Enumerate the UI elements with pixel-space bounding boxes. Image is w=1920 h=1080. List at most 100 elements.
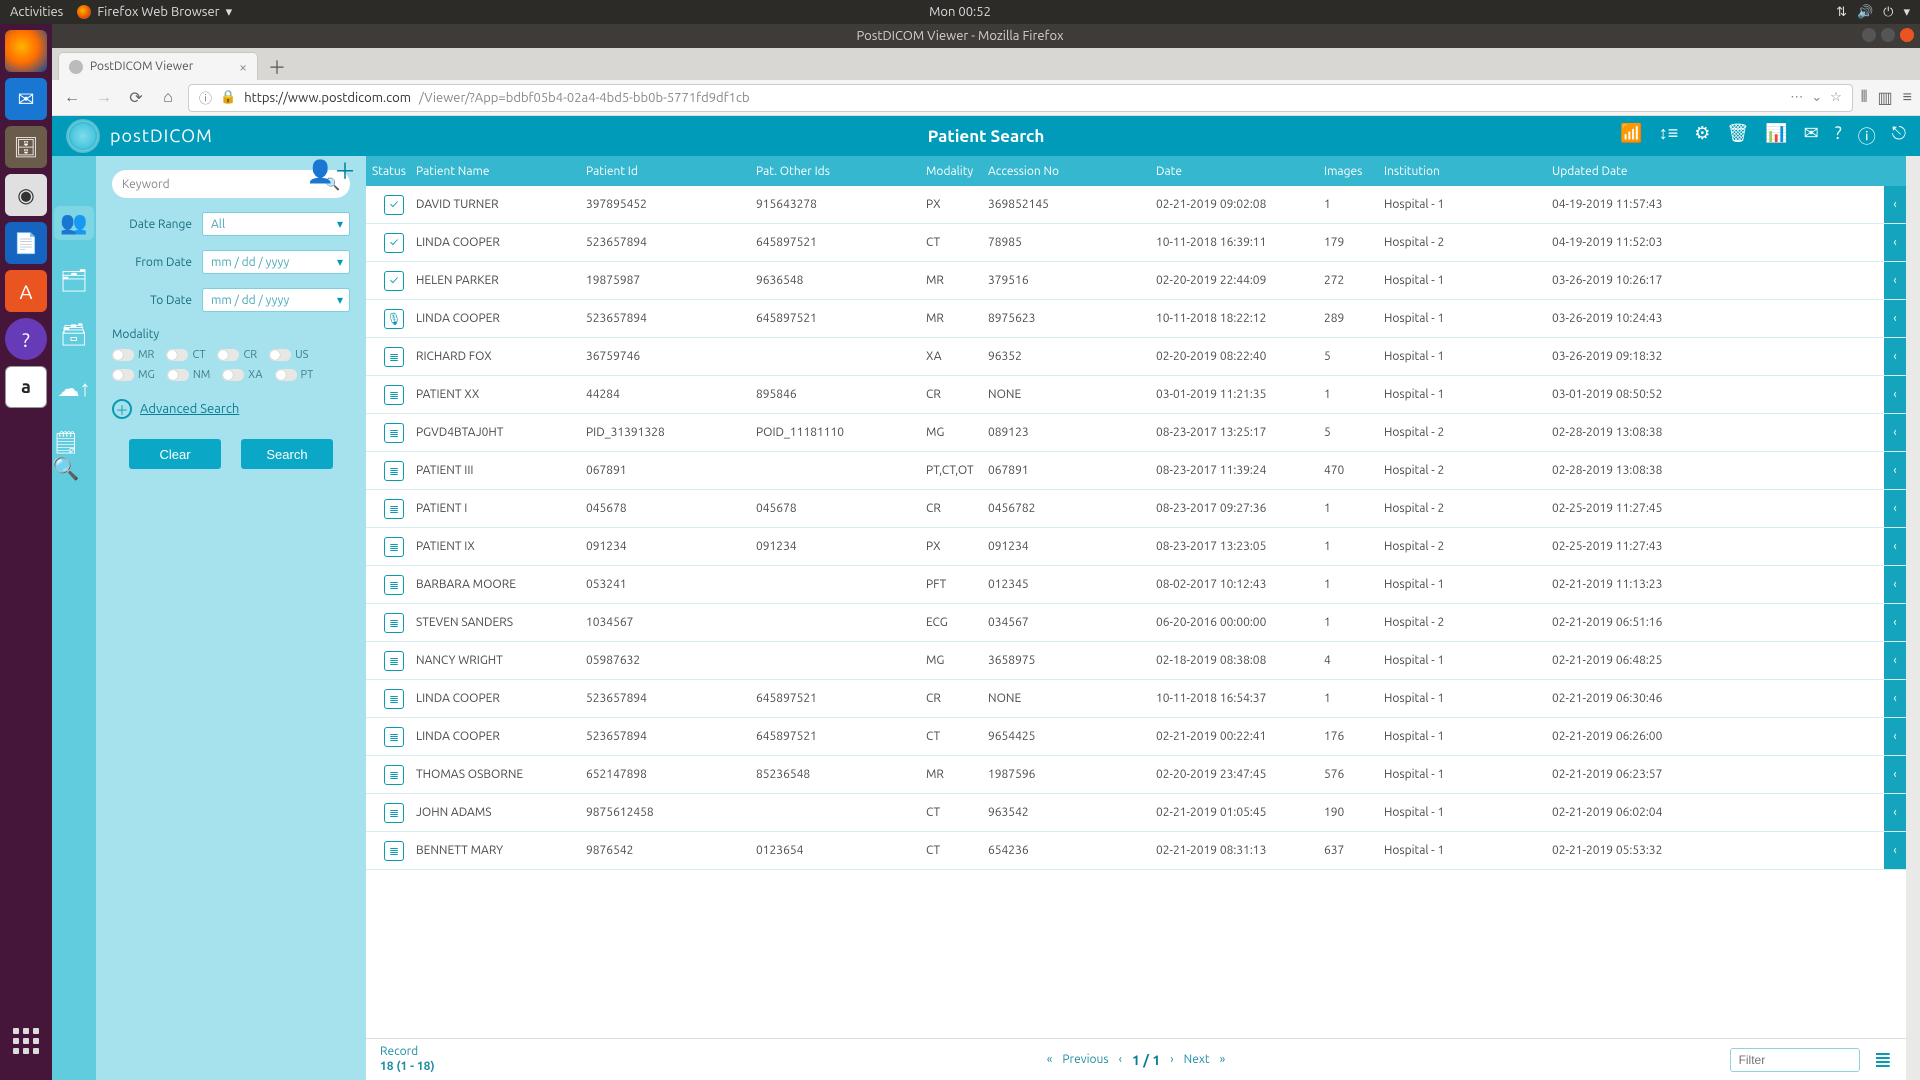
activities-button[interactable]: Activities: [10, 5, 63, 19]
from-date-input[interactable]: mm / dd / yyyy ▾: [202, 250, 350, 274]
col-name[interactable]: Patient Name: [416, 165, 586, 178]
last-page-icon[interactable]: »: [1220, 1053, 1226, 1066]
dock-rhythmbox[interactable]: ◉: [5, 174, 47, 216]
previous-button[interactable]: Previous: [1062, 1053, 1108, 1066]
window-close[interactable]: [1900, 28, 1914, 42]
dock-firefox[interactable]: [5, 30, 47, 72]
pocket-icon[interactable]: ⌄: [1811, 90, 1822, 105]
to-date-input[interactable]: mm / dd / yyyy ▾: [202, 288, 350, 312]
next-page-icon[interactable]: ›: [1170, 1053, 1173, 1066]
vertical-scrollbar[interactable]: [1906, 156, 1920, 1080]
row-expand-icon[interactable]: ‹: [1884, 376, 1906, 413]
table-row[interactable]: ≣LINDA COOPER523657894645897521CT9654425…: [366, 718, 1906, 756]
table-row[interactable]: ≣BARBARA MOORE053241PFT01234508-02-2017 …: [366, 566, 1906, 604]
dock-writer[interactable]: 📄: [5, 222, 47, 264]
url-bar[interactable]: ⓘ 🔒 https://www.postdicom.com /Viewer/?A…: [188, 84, 1853, 112]
row-expand-icon[interactable]: ‹: [1884, 414, 1906, 451]
tab-close-icon[interactable]: ×: [239, 59, 247, 75]
modality-toggle-ct[interactable]: CT: [166, 349, 205, 361]
first-page-icon[interactable]: «: [1047, 1053, 1053, 1066]
hamburger-menu-icon[interactable]: ≡: [1903, 88, 1912, 107]
network-icon[interactable]: ⇅: [1836, 5, 1847, 20]
chevron-down-icon[interactable]: ▾: [1903, 5, 1910, 20]
sidebar-icon[interactable]: ▥: [1878, 88, 1893, 107]
row-expand-icon[interactable]: ‹: [1884, 756, 1906, 793]
table-row[interactable]: ≣PATIENT I045678045678CR045678208-23-201…: [366, 490, 1906, 528]
col-upd[interactable]: Updated Date: [1552, 165, 1884, 178]
help-icon[interactable]: ?: [1835, 123, 1842, 149]
modality-toggle-pt[interactable]: PT: [275, 369, 314, 381]
search-button[interactable]: Search: [241, 439, 333, 469]
col-pid[interactable]: Patient Id: [586, 165, 756, 178]
row-expand-icon[interactable]: ‹: [1884, 832, 1906, 869]
col-date[interactable]: Date: [1156, 165, 1324, 178]
table-row[interactable]: ✓DAVID TURNER397895452915643278PX3698521…: [366, 186, 1906, 224]
row-expand-icon[interactable]: ‹: [1884, 680, 1906, 717]
chart-icon[interactable]: 📊: [1765, 123, 1787, 149]
dock-help[interactable]: ?: [5, 318, 47, 360]
dock-amazon[interactable]: a: [5, 366, 47, 408]
sort-icon[interactable]: ↕≡: [1659, 123, 1679, 149]
table-header[interactable]: Status Patient Name Patient Id Pat. Othe…: [366, 156, 1906, 186]
rail-worklist[interactable]: 🗒🔍: [52, 430, 96, 482]
clear-button[interactable]: Clear: [129, 439, 221, 469]
modality-toggle-us[interactable]: US: [269, 349, 308, 361]
add-patient-icon[interactable]: 👤＋: [307, 154, 356, 186]
modality-toggle-mr[interactable]: MR: [112, 349, 154, 361]
col-acc[interactable]: Accession No: [988, 165, 1156, 178]
col-status[interactable]: Status: [366, 165, 416, 178]
row-expand-icon[interactable]: ‹: [1884, 794, 1906, 831]
prev-page-icon[interactable]: ‹: [1119, 1053, 1122, 1066]
list-view-icon[interactable]: ≣: [1874, 1047, 1892, 1073]
table-row[interactable]: ≣RICHARD FOX36759746XA9635202-20-2019 08…: [366, 338, 1906, 376]
col-mod[interactable]: Modality: [926, 165, 988, 178]
col-other[interactable]: Pat. Other Ids: [756, 165, 926, 178]
col-inst[interactable]: Institution: [1384, 165, 1552, 178]
row-expand-icon[interactable]: ‹: [1884, 224, 1906, 261]
table-row[interactable]: ✓HELEN PARKER198759879636548MR37951602-2…: [366, 262, 1906, 300]
advanced-search-link[interactable]: ＋ Advanced Search: [112, 399, 350, 419]
reader-mode-icon[interactable]: ⋯: [1790, 90, 1803, 105]
row-expand-icon[interactable]: ‹: [1884, 528, 1906, 565]
rail-patients[interactable]: 👥: [54, 206, 93, 240]
row-expand-icon[interactable]: ‹: [1884, 262, 1906, 299]
filter-input[interactable]: [1730, 1048, 1860, 1072]
dock-files[interactable]: 🗄: [5, 126, 47, 168]
power-icon[interactable]: ⏻: [1883, 5, 1893, 20]
window-minimize[interactable]: [1862, 28, 1876, 42]
rail-upload[interactable]: ☁↑: [58, 376, 91, 402]
row-expand-icon[interactable]: ‹: [1884, 566, 1906, 603]
library-icon[interactable]: ⫴: [1861, 88, 1868, 107]
table-row[interactable]: ≣THOMAS OSBORNE65214789885236548MR198759…: [366, 756, 1906, 794]
back-button[interactable]: ←: [60, 86, 84, 110]
next-button[interactable]: Next: [1184, 1053, 1210, 1066]
row-expand-icon[interactable]: ‹: [1884, 338, 1906, 375]
volume-icon[interactable]: 🔊: [1857, 5, 1873, 20]
brand[interactable]: postDICOM: [52, 119, 227, 153]
table-row[interactable]: ≣PATIENT IX091234091234PX09123408-23-201…: [366, 528, 1906, 566]
row-expand-icon[interactable]: ‹: [1884, 718, 1906, 755]
date-range-select[interactable]: All ▾: [202, 212, 350, 236]
reload-button[interactable]: ⟳: [124, 86, 148, 110]
table-row[interactable]: ✓LINDA COOPER523657894645897521CT7898510…: [366, 224, 1906, 262]
col-img[interactable]: Images: [1324, 165, 1384, 178]
table-row[interactable]: ≣JOHN ADAMS9875612458CT96354202-21-2019 …: [366, 794, 1906, 832]
modality-toggle-xa[interactable]: XA: [222, 369, 262, 381]
modality-toggle-cr[interactable]: CR: [217, 349, 257, 361]
wifi-icon[interactable]: 📶: [1620, 123, 1642, 149]
table-row[interactable]: ≣BENNETT MARY98765420123654CT65423602-21…: [366, 832, 1906, 870]
table-row[interactable]: ≣LINDA COOPER523657894645897521CRNONE10-…: [366, 680, 1906, 718]
home-button[interactable]: ⌂: [156, 86, 180, 110]
table-row[interactable]: 🎙LINDA COOPER523657894645897521MR8975623…: [366, 300, 1906, 338]
mail-icon[interactable]: ✉: [1804, 123, 1819, 149]
rail-folders[interactable]: 🗂: [60, 268, 88, 294]
dock-apps-grid[interactable]: [5, 1020, 47, 1062]
table-row[interactable]: ≣PATIENT III067891PT,CT,OT06789108-23-20…: [366, 452, 1906, 490]
info-icon[interactable]: ⓘ: [199, 88, 212, 107]
logout-icon[interactable]: ⎋: [1892, 123, 1906, 149]
clock-label[interactable]: Mon 00:52: [929, 5, 991, 19]
dock-software[interactable]: A: [5, 270, 47, 312]
row-expand-icon[interactable]: ‹: [1884, 452, 1906, 489]
table-row[interactable]: ≣STEVEN SANDERS1034567ECG03456706-20-201…: [366, 604, 1906, 642]
modality-toggle-nm[interactable]: NM: [167, 369, 210, 381]
